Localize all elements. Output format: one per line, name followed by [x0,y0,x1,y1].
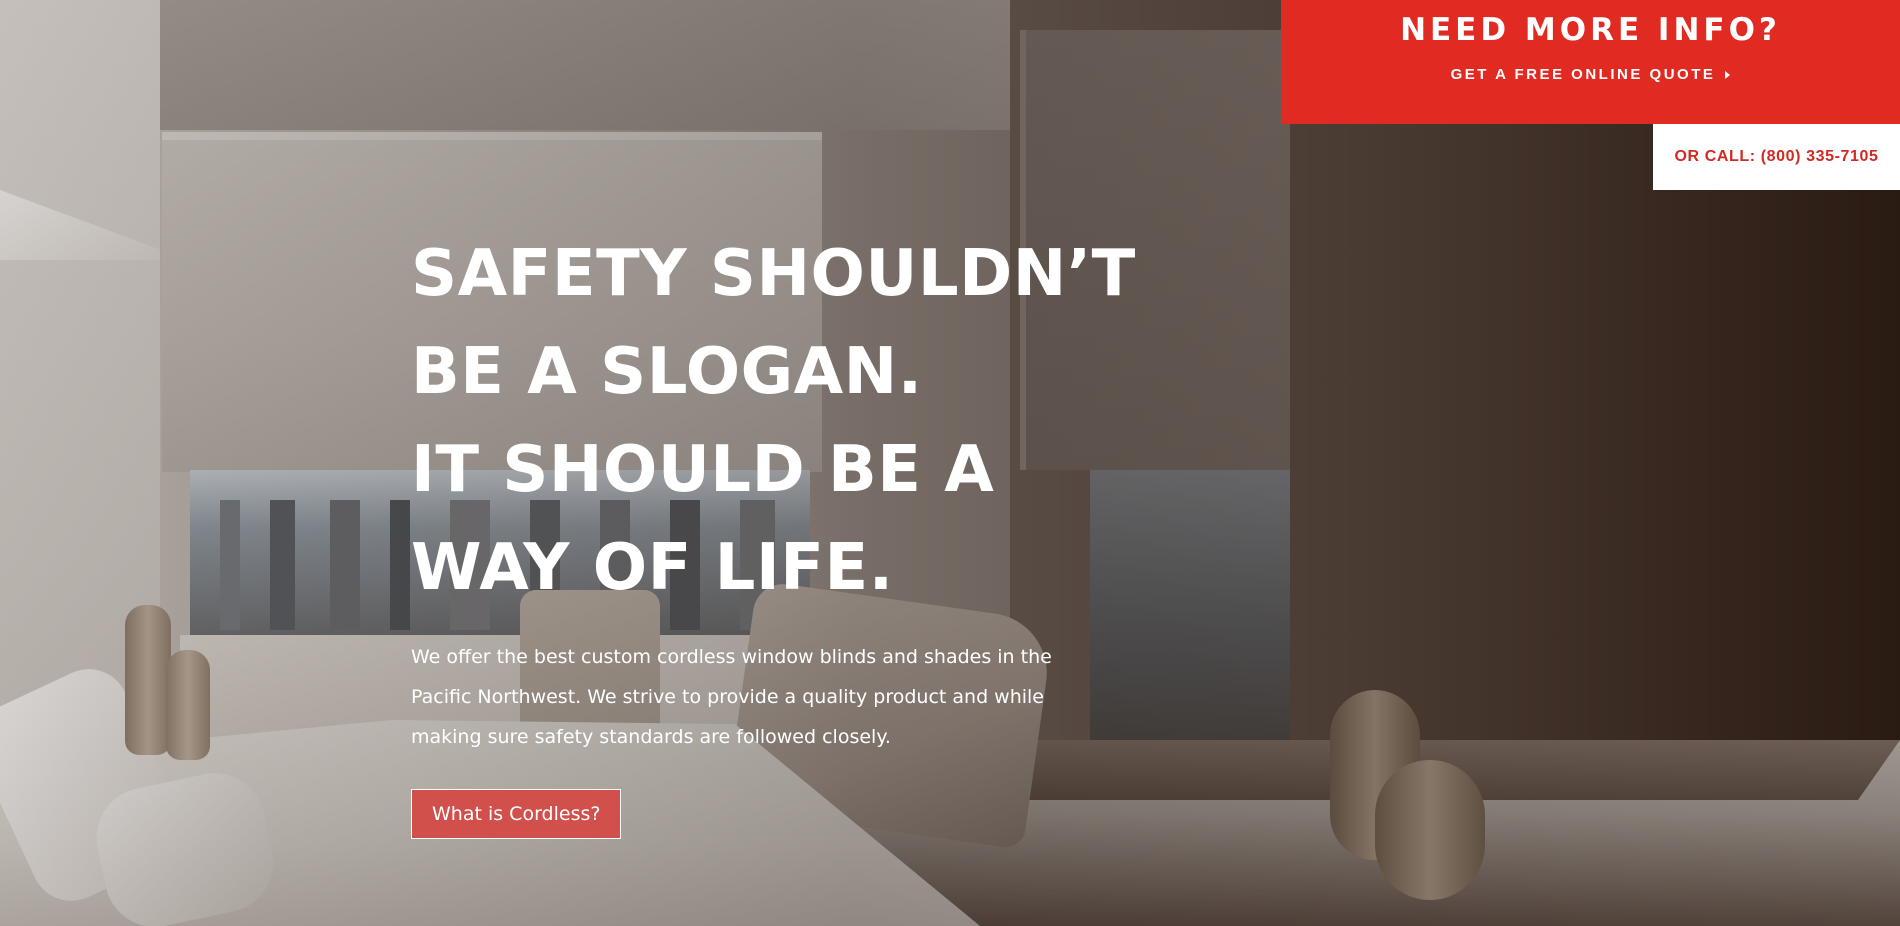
hero-content: SAFETY SHOULDN’T BE A SLOGAN. IT SHOULD … [411,225,1136,839]
call-box: OR CALL: (800) 335-7105 [1653,124,1900,190]
headline-line-1: SAFETY SHOULDN’T [411,237,1136,311]
hero-description: We offer the best custom cordless window… [411,646,1052,748]
headline-line-3: IT SHOULD BE A [411,433,995,507]
info-panel: NEED MORE INFO? GET A FREE ONLINE QUOTE [1281,0,1900,124]
hero-headline: SAFETY SHOULDN’T BE A SLOGAN. IT SHOULD … [411,225,1136,617]
info-panel-title: NEED MORE INFO? [1400,12,1781,48]
caret-right-icon [1725,70,1731,79]
phone-number-link[interactable]: OR CALL: (800) 335-7105 [1674,148,1878,166]
free-quote-label: GET A FREE ONLINE QUOTE [1450,66,1716,83]
headline-line-2: BE A SLOGAN. [411,335,923,409]
what-is-cordless-button[interactable]: What is Cordless? [411,789,622,839]
free-quote-link[interactable]: GET A FREE ONLINE QUOTE [1451,66,1731,83]
headline-line-4: WAY OF LIFE. [411,531,894,605]
